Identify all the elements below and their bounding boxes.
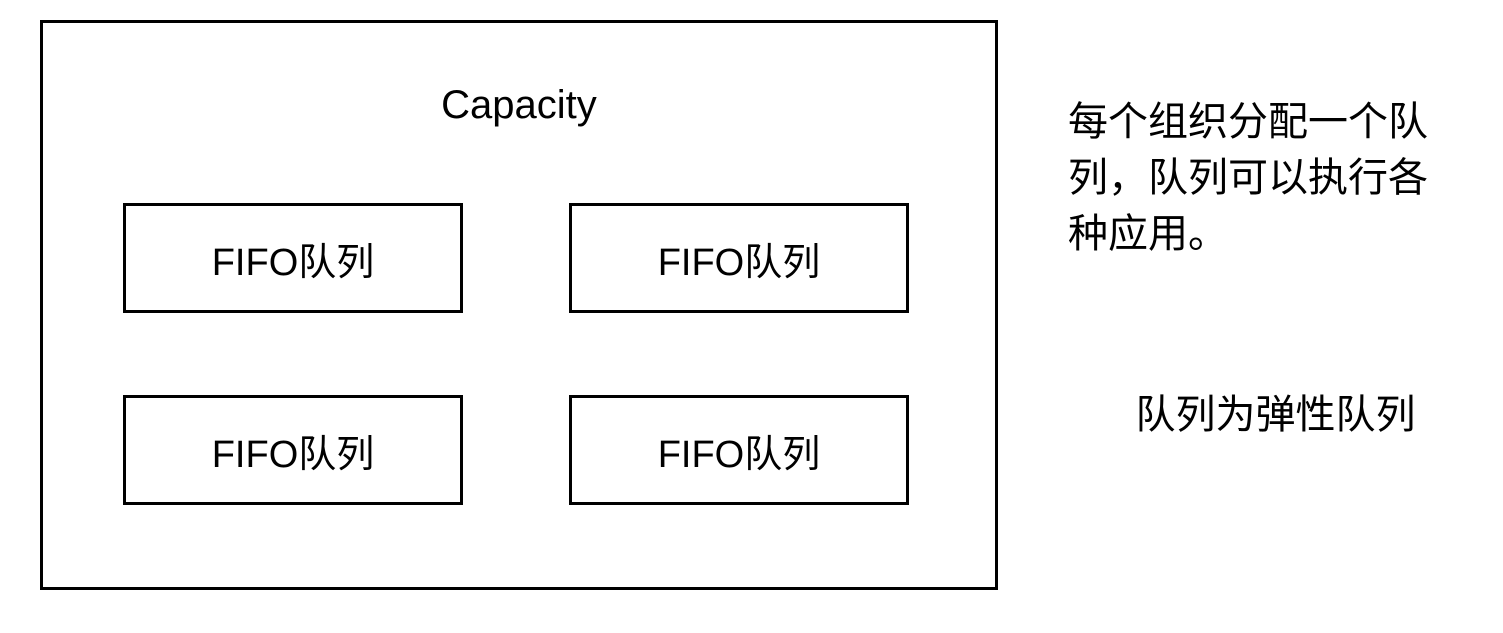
fifo-queue-box: FIFO队列 bbox=[569, 203, 909, 313]
queue-label: FIFO队列 bbox=[212, 231, 375, 286]
queue-label: FIFO队列 bbox=[658, 423, 821, 478]
capacity-title: Capacity bbox=[43, 83, 995, 128]
fifo-queue-box: FIFO队列 bbox=[123, 203, 463, 313]
capacity-box: Capacity FIFO队列 FIFO队列 FIFO队列 FIFO队列 bbox=[40, 20, 998, 590]
description-area: 每个组织分配一个队列，队列可以执行各种应用。 队列为弹性队列 bbox=[1048, 20, 1463, 613]
description-text-2: 队列为弹性队列 bbox=[1068, 382, 1463, 440]
description-text-1: 每个组织分配一个队列，队列可以执行各种应用。 bbox=[1068, 94, 1463, 262]
diagram-container: Capacity FIFO队列 FIFO队列 FIFO队列 FIFO队列 每个组… bbox=[0, 0, 1503, 633]
queue-grid: FIFO队列 FIFO队列 FIFO队列 FIFO队列 bbox=[43, 103, 995, 587]
queue-label: FIFO队列 bbox=[212, 423, 375, 478]
fifo-queue-box: FIFO队列 bbox=[569, 395, 909, 505]
queue-label: FIFO队列 bbox=[658, 231, 821, 286]
fifo-queue-box: FIFO队列 bbox=[123, 395, 463, 505]
